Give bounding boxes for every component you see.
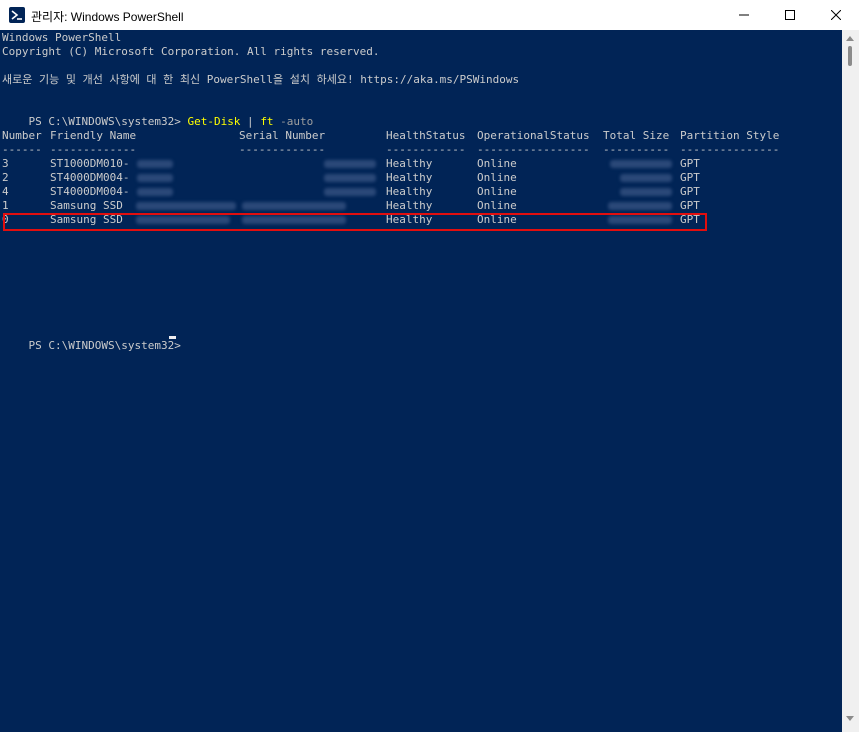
operational-status: Online	[477, 157, 517, 170]
column-header: Total Size	[603, 129, 670, 142]
close-button[interactable]	[813, 0, 859, 30]
disk-number: 2	[2, 171, 9, 184]
operational-status: Online	[477, 171, 517, 184]
underline: ----------	[603, 143, 670, 156]
table-row: 4 ST4000DM004- Healthy Online GPT	[2, 185, 700, 199]
table-header-underline: ------ ------------- ------------- -----…	[2, 143, 779, 157]
command-param: -auto	[273, 115, 314, 128]
redacted-blur	[137, 160, 173, 168]
underline: ---------------	[680, 143, 780, 156]
close-icon	[831, 10, 841, 20]
disk-number: 4	[2, 185, 9, 198]
minimize-button[interactable]	[721, 0, 767, 30]
text-cursor	[169, 336, 176, 339]
title-bar[interactable]: 관리자: Windows PowerShell	[0, 0, 859, 30]
prompt-line: PS C:\WINDOWS\system32>	[2, 325, 187, 352]
scroll-thumb[interactable]	[848, 46, 852, 66]
table-header: Number Friendly Name Serial Number Healt…	[2, 129, 779, 143]
redacted-blur	[324, 160, 376, 168]
column-header: HealthStatus	[386, 129, 466, 142]
table-row: 3 ST1000DM010- Healthy Online GPT	[2, 157, 700, 171]
scroll-down-icon[interactable]	[846, 716, 854, 721]
redacted-blur	[242, 202, 346, 210]
friendly-name: ST4000DM004-	[50, 171, 130, 184]
terminal-area[interactable]: Windows PowerShell Copyright (C) Microso…	[0, 30, 842, 732]
redacted-blur	[137, 188, 173, 196]
underline: ------	[2, 143, 42, 156]
partition-style: GPT	[680, 171, 700, 184]
powershell-icon	[9, 7, 25, 23]
highlight-box	[3, 213, 707, 231]
column-header: Number	[2, 129, 42, 142]
column-header: Friendly Name	[50, 129, 137, 142]
prompt: PS C:\WINDOWS\system32>	[28, 339, 188, 352]
table-row: 1 Samsung SSD Healthy Online GPT	[2, 199, 700, 213]
intro-line: Windows PowerShell	[2, 31, 122, 44]
health-status: Healthy	[386, 185, 433, 198]
underline: -----------------	[477, 143, 590, 156]
intro-line: 새로운 기능 및 개선 사항에 대 한 최신 PowerShell을 설치 하세…	[2, 73, 520, 86]
window-title: 관리자: Windows PowerShell	[31, 10, 184, 24]
friendly-name: Samsung SSD	[50, 199, 123, 212]
redacted-blur	[136, 202, 236, 210]
intro-line: Copyright (C) Microsoft Corporation. All…	[2, 45, 380, 58]
maximize-icon	[785, 10, 795, 20]
redacted-blur	[608, 202, 672, 210]
underline: ------------	[386, 143, 466, 156]
column-header: Partition Style	[680, 129, 780, 142]
command-name: Get-Disk	[187, 115, 241, 128]
column-header: Serial Number	[239, 129, 326, 142]
redacted-blur	[620, 188, 672, 196]
column-header: OperationalStatus	[477, 129, 590, 142]
health-status: Healthy	[386, 171, 433, 184]
health-status: Healthy	[386, 199, 433, 212]
disk-number: 3	[2, 157, 9, 170]
friendly-name: ST1000DM010-	[50, 157, 130, 170]
prompt: PS C:\WINDOWS\system32>	[28, 115, 188, 128]
redacted-blur	[324, 174, 376, 182]
underline: -------------	[50, 143, 137, 156]
operational-status: Online	[477, 185, 517, 198]
minimize-icon	[739, 14, 749, 16]
disk-number: 1	[2, 199, 9, 212]
friendly-name: ST4000DM004-	[50, 185, 130, 198]
partition-style: GPT	[680, 199, 700, 212]
partition-style: GPT	[680, 157, 700, 170]
partition-style: GPT	[680, 185, 700, 198]
underline: -------------	[239, 143, 326, 156]
redacted-blur	[610, 160, 672, 168]
health-status: Healthy	[386, 157, 433, 170]
redacted-blur	[137, 174, 173, 182]
redacted-blur	[324, 188, 376, 196]
vertical-scrollbar[interactable]	[842, 30, 859, 732]
scroll-up-icon[interactable]	[846, 36, 854, 41]
redacted-blur	[620, 174, 672, 182]
table-row: 2 ST4000DM004- Healthy Online GPT	[2, 171, 700, 185]
pipe: |	[240, 115, 261, 128]
operational-status: Online	[477, 199, 517, 212]
command-line: PS C:\WINDOWS\system32> Get-Disk | ft -a…	[2, 101, 314, 128]
format-command: ft	[260, 115, 274, 128]
maximize-button[interactable]	[767, 0, 813, 30]
